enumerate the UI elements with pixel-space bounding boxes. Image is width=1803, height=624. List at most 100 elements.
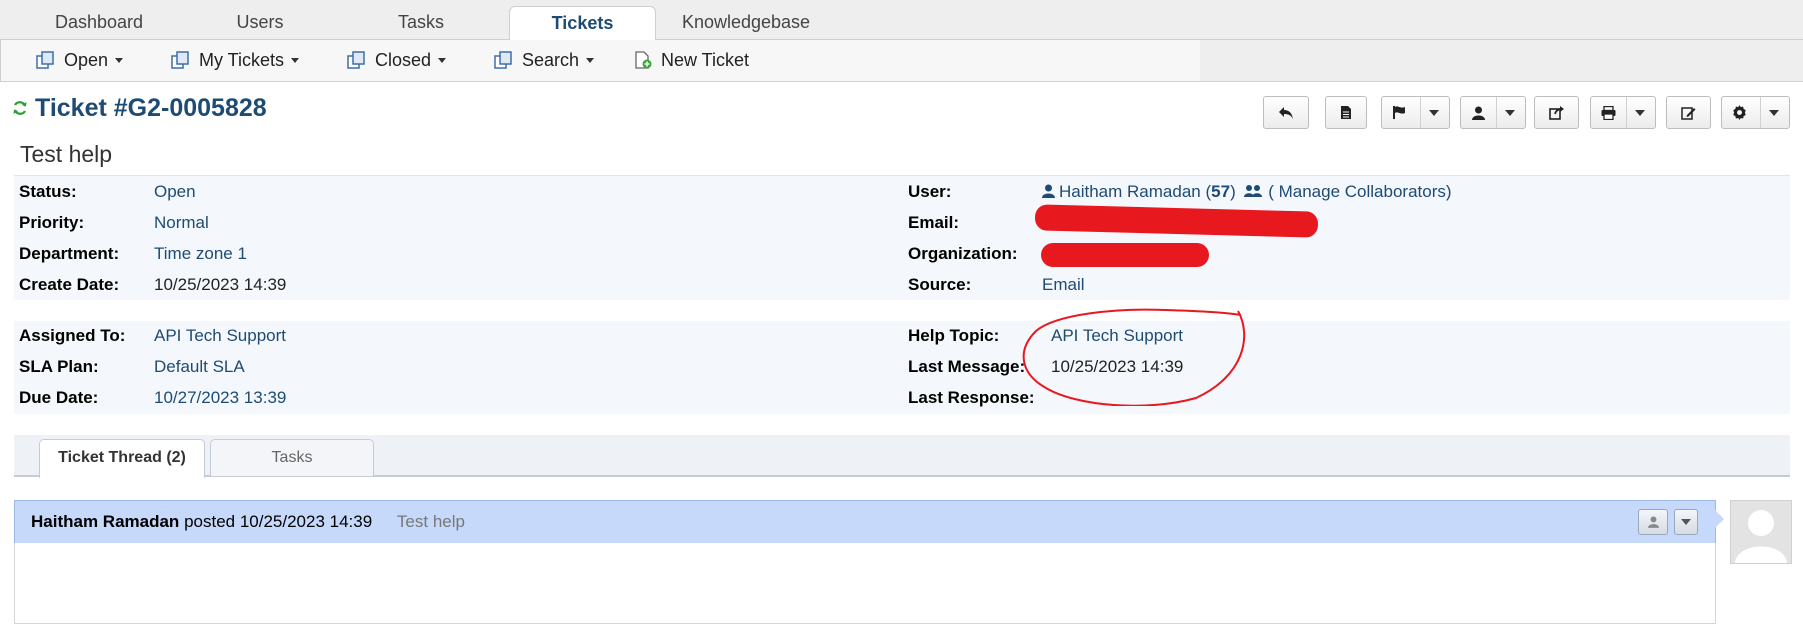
create-date-row: Create Date: [19, 270, 119, 300]
tab-users[interactable]: Users [180, 6, 340, 39]
tab-tasks[interactable]: Tasks [340, 6, 502, 39]
users-icon [1244, 185, 1263, 197]
user-label: User: [908, 182, 952, 201]
open-tickets-menu[interactable]: Open [36, 40, 124, 81]
help-topic-row: Help Topic: [908, 321, 999, 351]
priority-value: Normal [154, 213, 209, 232]
last-response-label: Last Response: [908, 388, 1035, 407]
help-topic-value-cell: API Tech Support [1051, 321, 1183, 351]
new-ticket-link[interactable]: New Ticket [633, 40, 749, 81]
my-tickets-menu[interactable]: My Tickets [171, 40, 300, 81]
chevron-down-icon [1681, 519, 1691, 525]
tab-tickets[interactable]: Tickets [509, 6, 656, 41]
flag-button[interactable] [1381, 96, 1450, 129]
thread-entry-meta: Haitham Ramadan posted 10/25/2023 14:39 … [31, 501, 465, 543]
user-row: User: [908, 177, 951, 207]
top-nav: Dashboard Users Tasks Tickets Knowledgeb… [0, 0, 1803, 41]
ticket-info-primary: Status: Open Priority: Normal Department… [14, 175, 1790, 300]
due-date-label: Due Date: [19, 388, 99, 407]
assigned-to-label: Assigned To: [19, 326, 126, 345]
chevron-down-icon [1429, 109, 1439, 116]
closed-tickets-menu[interactable]: Closed [347, 40, 447, 81]
flag-dropdown[interactable] [1420, 97, 1447, 128]
priority-row: Priority: [19, 208, 84, 238]
department-row: Department: [19, 239, 119, 269]
ticket-subject: Test help [20, 141, 113, 167]
tab-knowledgebase[interactable]: Knowledgebase [660, 6, 832, 39]
thread-entry-body [14, 543, 1716, 624]
email-row: Email: [908, 208, 959, 238]
last-message-label: Last Message: [908, 357, 1026, 376]
last-message-row: Last Message: [908, 352, 1025, 382]
assign-dropdown[interactable] [1496, 97, 1523, 128]
reply-icon [1279, 106, 1293, 119]
transfer-button[interactable] [1534, 96, 1579, 129]
new-ticket-icon [635, 51, 652, 69]
avatar [1730, 500, 1792, 564]
source-value-cell: Email [1042, 270, 1085, 300]
edit-button[interactable] [1666, 96, 1711, 129]
file-icon [1341, 106, 1351, 119]
entry-pointer [1715, 510, 1724, 528]
priority-label: Priority: [19, 213, 85, 232]
status-value: Open [154, 182, 196, 201]
entry-subject: Test help [396, 512, 465, 531]
source-label: Source: [908, 275, 972, 294]
help-topic-label: Help Topic: [908, 326, 1000, 345]
user-icon [1042, 184, 1055, 198]
assigned-to-row: Assigned To: [19, 321, 125, 351]
sub-nav-filler [1200, 40, 1803, 82]
assign-button[interactable] [1460, 96, 1526, 129]
department-value-cell: Time zone 1 [154, 239, 247, 269]
user-icon [1647, 516, 1659, 528]
print-dropdown[interactable] [1626, 97, 1653, 128]
source-value: Email [1042, 275, 1085, 294]
manage-collaborators-link[interactable]: ( Manage Collaborators) [1268, 182, 1451, 201]
share-icon [1548, 105, 1564, 120]
status-label: Status: [19, 182, 77, 201]
sla-plan-value-cell: Default SLA [154, 352, 245, 382]
chevron-down-icon [1769, 109, 1779, 116]
create-date-value: 10/25/2023 14:39 [154, 275, 287, 294]
more-button[interactable] [1721, 96, 1790, 129]
refresh-icon[interactable] [12, 100, 28, 116]
ticket-title: Ticket #G2-0005828 [35, 94, 267, 122]
source-row: Source: [908, 270, 971, 300]
help-topic-value: API Tech Support [1051, 326, 1183, 345]
priority-value-cell: Normal [154, 208, 209, 238]
last-message-value: 10/25/2023 14:39 [1051, 357, 1184, 376]
due-date-value: 10/27/2023 13:39 [154, 388, 287, 407]
sla-plan-row: SLA Plan: [19, 352, 99, 382]
note-button[interactable] [1325, 96, 1367, 129]
entry-options-button[interactable] [1674, 509, 1698, 535]
entry-user-button[interactable] [1638, 509, 1668, 535]
print-button[interactable] [1590, 96, 1656, 129]
status-row: Status: [19, 177, 77, 207]
chevron-down-icon [115, 58, 124, 63]
ticket-info-secondary: Assigned To: API Tech Support SLA Plan: … [14, 321, 1790, 414]
more-dropdown[interactable] [1760, 97, 1787, 128]
my-tickets-label: My Tickets [199, 50, 285, 70]
tickets-icon [494, 51, 512, 69]
user-link[interactable]: Haitham Ramadan [1059, 182, 1201, 201]
search-menu[interactable]: Search [494, 40, 595, 81]
last-message-value-cell: 10/25/2023 14:39 [1051, 352, 1183, 382]
entry-author: Haitham Ramadan [31, 512, 180, 531]
organization-row: Organization: [908, 239, 1018, 269]
reply-button[interactable] [1263, 96, 1309, 129]
edit-icon [1680, 106, 1695, 120]
thread-entry-header: Haitham Ramadan posted 10/25/2023 14:39 … [14, 500, 1716, 544]
tickets-icon [347, 51, 365, 69]
tab-dashboard[interactable]: Dashboard [18, 6, 180, 39]
assigned-to-value: API Tech Support [154, 326, 286, 345]
tickets-icon [171, 51, 189, 69]
tab-ticket-thread[interactable]: Ticket Thread (2) [39, 439, 205, 478]
chevron-down-icon [438, 58, 447, 63]
chevron-down-icon [291, 58, 300, 63]
status-value-cell: Open [154, 177, 196, 207]
tickets-icon [36, 51, 54, 69]
user-ticket-count[interactable]: 57 [1211, 182, 1230, 201]
tab-tasks[interactable]: Tasks [210, 439, 374, 477]
due-date-value-cell: 10/27/2023 13:39 [154, 383, 286, 413]
closed-tickets-label: Closed [375, 50, 432, 70]
